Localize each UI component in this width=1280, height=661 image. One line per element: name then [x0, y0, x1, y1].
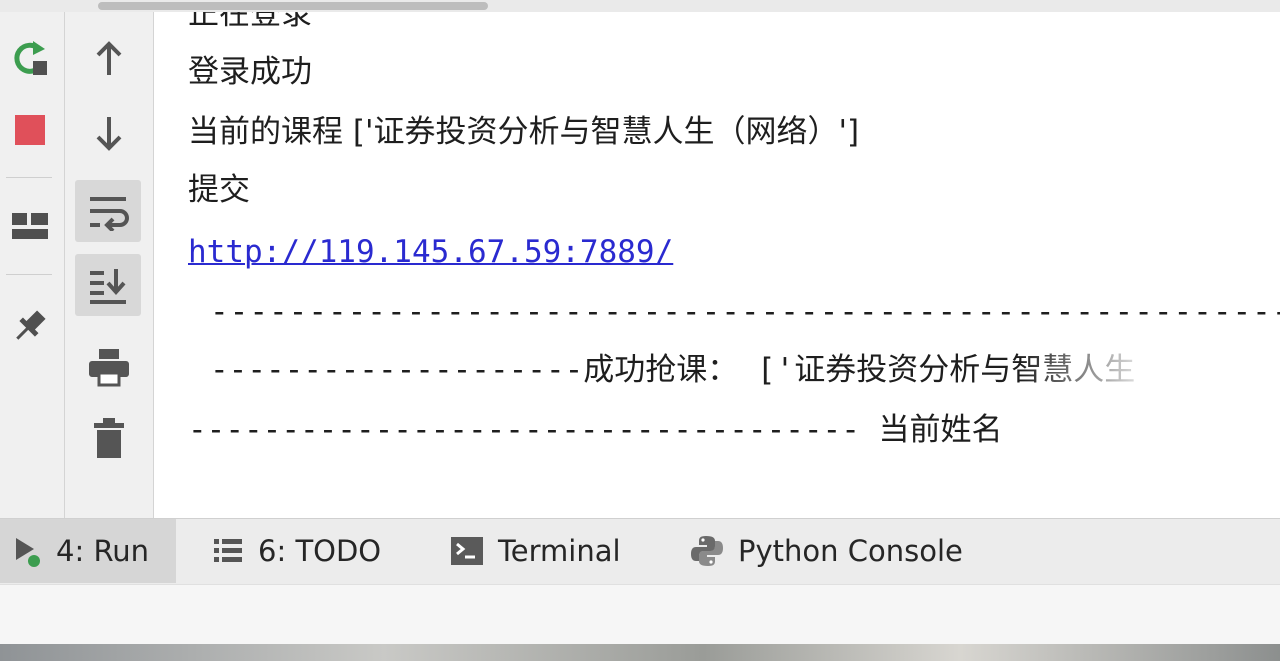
- console-line: 登录成功: [188, 54, 312, 90]
- list-icon: [212, 536, 244, 566]
- trash-icon[interactable]: [77, 412, 141, 464]
- console-line: ------------------------------------ 当前姓…: [188, 412, 1003, 448]
- print-icon[interactable]: [77, 342, 141, 392]
- rerun-icon[interactable]: [2, 34, 58, 82]
- tab-run[interactable]: 4: Run: [0, 519, 176, 583]
- toolbar-divider: [6, 274, 52, 275]
- scroll-to-end-icon[interactable]: [75, 254, 141, 316]
- stop-icon[interactable]: [2, 106, 58, 154]
- tab-terminal-label: Terminal: [498, 534, 621, 568]
- run-toolbar-primary: [0, 12, 65, 518]
- console-output[interactable]: 正在登录 登录成功 当前的课程 ['证券投资分析与智慧人生（网络）'] 提交 h…: [154, 12, 1280, 518]
- ide-run-panel: 正在登录 登录成功 当前的课程 ['证券投资分析与智慧人生（网络）'] 提交 h…: [0, 0, 1280, 661]
- console-line: 当前的课程 ['证券投资分析与智慧人生（网络）']: [188, 114, 860, 150]
- console-line: 提交: [188, 172, 250, 208]
- up-arrow-icon[interactable]: [77, 34, 141, 84]
- tab-run-label: 4: Run: [56, 534, 150, 568]
- tool-window-bar: 4: Run 6: TODO Terminal Python Console: [0, 518, 1280, 585]
- layout-icon[interactable]: [2, 202, 58, 250]
- status-bar: [0, 584, 1280, 645]
- console-line: --------------------成功抢课： ['证券投资分析与智慧人生: [210, 352, 1136, 388]
- tab-python-console[interactable]: Python Console: [690, 519, 963, 583]
- down-arrow-icon[interactable]: [77, 108, 141, 158]
- horizontal-scrollbar[interactable]: [0, 0, 1280, 12]
- console-url-link[interactable]: http://119.145.67.59:7889/: [188, 232, 673, 272]
- pin-icon[interactable]: [2, 302, 58, 350]
- terminal-icon: [450, 536, 484, 566]
- background-photo-strip: [0, 644, 1280, 661]
- run-toolbar-secondary: [65, 12, 154, 518]
- tab-todo[interactable]: 6: TODO: [212, 519, 381, 583]
- toolbar-divider: [6, 177, 52, 178]
- console-divider-line: ----------------------------------------…: [210, 294, 1280, 330]
- tab-terminal[interactable]: Terminal: [450, 519, 621, 583]
- soft-wrap-icon[interactable]: [75, 180, 141, 242]
- run-icon: [12, 534, 42, 568]
- scrollbar-thumb[interactable]: [98, 2, 488, 10]
- console-line: 正在登录: [188, 12, 312, 32]
- tab-python-console-label: Python Console: [738, 534, 963, 568]
- tab-todo-label: 6: TODO: [258, 534, 382, 568]
- python-icon: [690, 534, 724, 568]
